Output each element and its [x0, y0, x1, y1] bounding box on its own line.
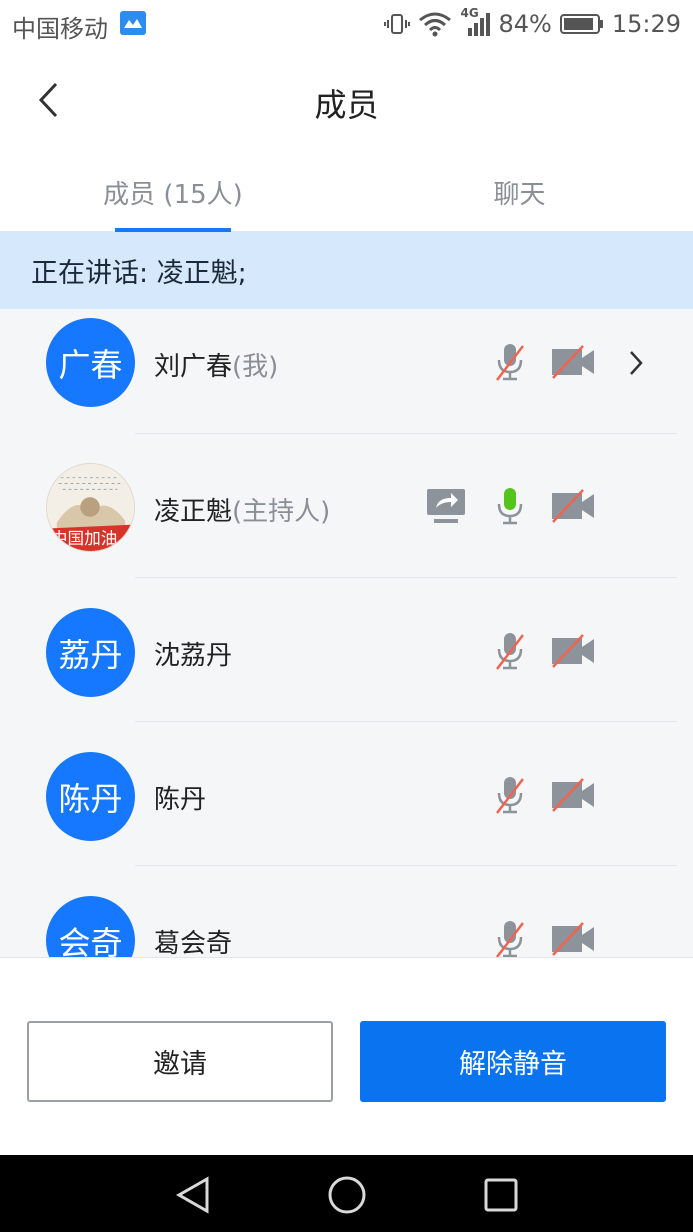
- invite-button[interactable]: 邀请: [27, 1021, 333, 1102]
- camera-off-icon[interactable]: [550, 344, 596, 380]
- nav-back-button[interactable]: [171, 1173, 215, 1217]
- page-title: 成员: [314, 86, 379, 124]
- system-nav-bar: [0, 1155, 693, 1232]
- member-name-text: 凌正魁: [154, 497, 233, 527]
- camera-off-icon[interactable]: [550, 488, 596, 524]
- battery-percent: 84%: [498, 10, 552, 38]
- tab-bar: 成员 (15人) 聊天: [0, 156, 693, 232]
- status-bar: 中国移动 4G 84% 15:29: [0, 0, 693, 48]
- avatar: 荔丹: [46, 608, 135, 697]
- member-name-text: 陈丹: [154, 785, 207, 815]
- member-row[interactable]: 荔丹 沈荔丹: [0, 578, 693, 722]
- member-name-text: 葛会奇: [154, 929, 233, 957]
- member-list[interactable]: 广春 刘广春(我) 中国加油 凌正魁(主持人) 荔丹 沈荔丹 陈丹 陈丹 会奇 …: [0, 309, 693, 957]
- member-row[interactable]: 陈丹 陈丹: [0, 722, 693, 866]
- camera-off-icon[interactable]: [550, 633, 596, 669]
- camera-off-icon[interactable]: [550, 921, 596, 957]
- avatar-photo-image: 中国加油: [47, 464, 134, 551]
- member-role: (主持人): [232, 497, 331, 527]
- chevron-right-icon[interactable]: [624, 348, 648, 378]
- circle-home-icon: [328, 1176, 366, 1214]
- avatar: 广春: [46, 318, 135, 407]
- avatar: 陈丹: [46, 752, 135, 841]
- member-row[interactable]: 广春 刘广春(我): [0, 309, 693, 434]
- speaking-banner: 正在讲话: 凌正魁;: [0, 232, 693, 309]
- tab-chat[interactable]: 聊天: [346, 174, 693, 211]
- avatar-photo-text: 中国加油: [51, 529, 117, 548]
- nav-home-button[interactable]: [325, 1173, 369, 1217]
- avatar: 会奇: [46, 896, 135, 957]
- tab-members[interactable]: 成员 (15人): [0, 174, 346, 211]
- mic-muted-icon[interactable]: [492, 342, 528, 382]
- nav-recents-button[interactable]: [479, 1173, 523, 1217]
- member-row[interactable]: 会奇 葛会奇: [0, 866, 693, 957]
- member-role: (我): [232, 352, 279, 382]
- member-name-text: 刘广春: [154, 352, 233, 382]
- wifi-icon: [418, 11, 452, 37]
- member-name: 刘广春(我): [154, 346, 278, 383]
- mic-muted-icon[interactable]: [492, 775, 528, 815]
- battery-icon: [559, 13, 604, 35]
- member-row[interactable]: 中国加油 凌正魁(主持人): [0, 434, 693, 578]
- network-type: 4G: [460, 6, 479, 20]
- camera-off-icon[interactable]: [550, 777, 596, 813]
- mic-muted-icon[interactable]: [492, 631, 528, 671]
- mic-active-icon[interactable]: [492, 486, 528, 526]
- signal-icon: 4G: [460, 6, 491, 38]
- triangle-back-icon: [175, 1176, 209, 1214]
- carrier-name: 中国移动: [12, 15, 108, 43]
- unmute-button[interactable]: 解除静音: [360, 1021, 666, 1102]
- member-name: 陈丹: [154, 779, 206, 816]
- nav-header: 成员: [0, 48, 693, 156]
- member-name: 凌正魁(主持人): [154, 491, 330, 528]
- square-recents-icon: [484, 1178, 518, 1212]
- avatar: 中国加油: [46, 463, 135, 552]
- bottom-action-bar: 邀请 解除静音: [0, 957, 693, 1155]
- member-name: 沈荔丹: [154, 635, 232, 672]
- clock: 15:29: [611, 10, 681, 38]
- vibrate-icon: [384, 11, 411, 37]
- member-name: 葛会奇: [154, 923, 232, 957]
- app-notification-icon: [120, 11, 146, 35]
- mic-muted-icon[interactable]: [492, 919, 528, 957]
- screen-share-icon[interactable]: [426, 486, 466, 526]
- member-name-text: 沈荔丹: [154, 641, 233, 671]
